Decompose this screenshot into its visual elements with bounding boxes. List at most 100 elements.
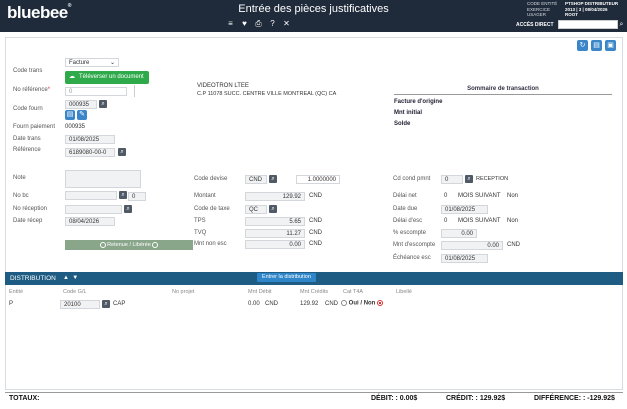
lookup-icon[interactable]: ⌕ (124, 205, 132, 213)
lookup-icon[interactable]: ⌕ (118, 148, 126, 156)
delai-esc-flag: Non (507, 218, 519, 224)
mnt-escompte-input[interactable]: 0.00 (441, 241, 503, 250)
date-recep-label: Date récep (13, 218, 43, 224)
no-bc-input[interactable] (65, 191, 117, 200)
mnt-escompte-currency: CND (507, 242, 520, 248)
delai-net-value: 0 (444, 193, 448, 199)
mnt-non-esc-currency: CND (309, 241, 322, 247)
context-values: PTSHOP DISTRIBUTEUR 2013 | 3 | 08/04/202… (565, 1, 619, 17)
no-reception-input[interactable] (65, 205, 122, 214)
delai-esc-desc: MOIS SUIVANT (458, 218, 501, 224)
arrow-down-icon[interactable]: ▼ (72, 275, 78, 281)
lookup-icon[interactable]: ⌕ (99, 100, 107, 108)
help-icon[interactable]: ? (268, 19, 277, 28)
edit-icon[interactable]: ✎ (77, 110, 87, 120)
code-taxe-label: Code de taxe (194, 206, 230, 212)
delai-esc-label: Délai d'esc (393, 218, 423, 224)
reference-input[interactable]: 6189080-00-0 (65, 148, 115, 157)
close-icon[interactable]: ✕ (282, 19, 291, 28)
retenue-radio[interactable] (99, 241, 106, 248)
row-mnt-credit[interactable]: 129.92 (300, 301, 318, 307)
document-icon[interactable]: ▤ (65, 110, 75, 120)
distribution-title: DISTRIBUTION (10, 275, 56, 282)
chevron-down-icon: ⌄ (109, 60, 115, 66)
no-reference-label: No référence* (13, 87, 51, 93)
echeance-esc-input[interactable]: 01/08/2025 (441, 254, 488, 263)
tps-input[interactable]: 5.65 (245, 217, 305, 226)
enter-distribution-button[interactable]: Entrer la distribution (257, 273, 316, 282)
tps-label: TPS (194, 218, 206, 224)
row-code-gl-input[interactable]: 20100 (60, 300, 100, 309)
code-taxe-input[interactable]: QC (245, 205, 267, 214)
summary-title: Sommaire de transaction (394, 86, 612, 95)
refresh-icon[interactable]: ↻ (577, 40, 588, 51)
retenue-liberee-toggle[interactable]: Retenue / Libérée (65, 240, 193, 250)
col-code-gl: Code G/L (63, 289, 87, 295)
code-fourn-input[interactable]: 000935 (65, 100, 97, 109)
upload-document-button[interactable]: ☁ Téléverser un document (65, 71, 149, 84)
no-bc-count[interactable]: 0 (128, 192, 146, 201)
menu-icon[interactable]: ≡ (226, 19, 235, 28)
fourn-paiement-value: 000935 (65, 124, 86, 130)
pct-escompte-label: % escompte (393, 230, 427, 236)
date-due-label: Date due (393, 206, 418, 212)
summary-mnt-initial: Mnt initial (394, 110, 422, 116)
no-reference-input[interactable]: 0 (65, 87, 127, 96)
row-mnt-debit[interactable]: 0.00 (248, 301, 260, 307)
code-trans-select[interactable]: Facture ⌄ (65, 58, 119, 67)
montant-currency: CND (309, 193, 322, 199)
code-devise-label: Code devise (194, 176, 228, 182)
pct-escompte-input[interactable]: 0.00 (441, 229, 477, 238)
vendor-name: VIDEOTRON LTEE (197, 83, 249, 89)
summary-facture-origine: Facture d'origine (394, 99, 443, 105)
save-icon[interactable]: ▣ (605, 40, 616, 51)
code-devise-input[interactable]: CND (245, 175, 267, 184)
distribution-sort: ▲ ▼ (63, 275, 78, 281)
oui-radio[interactable] (341, 300, 347, 306)
echeance-esc-label: Échéance esc (393, 255, 431, 261)
delai-net-flag: Non (507, 193, 519, 199)
date-recep-input[interactable]: 08/04/2026 (65, 217, 115, 226)
date-due-input[interactable]: 01/08/2025 (441, 205, 488, 214)
arrow-up-icon[interactable]: ▲ (63, 275, 69, 281)
row-mnt-debit-cur: CND (265, 301, 278, 307)
col-entite: Entité (9, 289, 24, 295)
context-labels: CODE ENTITÉ EXERCICE USAGER (527, 1, 558, 17)
row-entite: P (9, 301, 14, 307)
access-input[interactable] (558, 20, 618, 29)
tvq-input[interactable]: 11.27 (245, 229, 305, 238)
heart-icon[interactable]: ♥ (240, 19, 249, 28)
totals-bar: TOTAUX: DÉBIT: : 0.00$ CRÉDIT: : 129.92$… (5, 392, 623, 404)
date-trans-label: Date trans (13, 136, 41, 142)
delai-net-label: Délai net (393, 193, 417, 199)
exchange-rate-input[interactable]: 1.0000000 (296, 175, 340, 184)
cd-cond-pmt-desc: RECEPTION (476, 176, 509, 182)
date-trans-input[interactable]: 01/08/2025 (65, 135, 115, 144)
table-row: P 20100 ⌕ CAP 0.00 CND 129.92 CND Oui / … (5, 298, 623, 311)
lookup-icon[interactable]: ⌕ (269, 205, 277, 213)
print-icon[interactable]: ⎙ (254, 19, 263, 28)
note-input[interactable] (65, 170, 141, 188)
montant-input[interactable]: 129.92 (245, 192, 305, 201)
row-code-gl-desc: CAP (113, 301, 126, 307)
search-icon[interactable]: ⌕ (617, 20, 626, 29)
mnt-non-esc-input[interactable]: 0.00 (245, 240, 305, 249)
upload-icon: ☁ (69, 74, 75, 80)
lookup-icon[interactable]: ⌕ (102, 300, 110, 308)
totals-credit: CRÉDIT: : 129.92$ (446, 395, 506, 402)
top-bar: bluebee® Entrée des pièces justificative… (0, 0, 627, 32)
lookup-icon[interactable]: ⌕ (465, 175, 473, 183)
reference-label: Référence (13, 147, 41, 153)
cd-cond-pmt-input[interactable]: 0 (441, 175, 463, 184)
row-mnt-credit-cur: CND (325, 301, 338, 307)
lookup-icon[interactable]: ⌕ (269, 175, 277, 183)
totals-debit: DÉBIT: : 0.00$ (371, 395, 418, 402)
col-mnt-credits: Mnt Crédits (300, 289, 329, 295)
non-radio[interactable] (377, 300, 384, 306)
no-reception-label: No réception (13, 206, 48, 212)
trash-icon[interactable]: ▤ (591, 40, 602, 51)
col-libelle: Libellé (396, 289, 412, 295)
divider (134, 85, 139, 97)
lookup-icon[interactable]: ⌕ (119, 191, 127, 199)
liberee-radio[interactable] (152, 241, 159, 248)
